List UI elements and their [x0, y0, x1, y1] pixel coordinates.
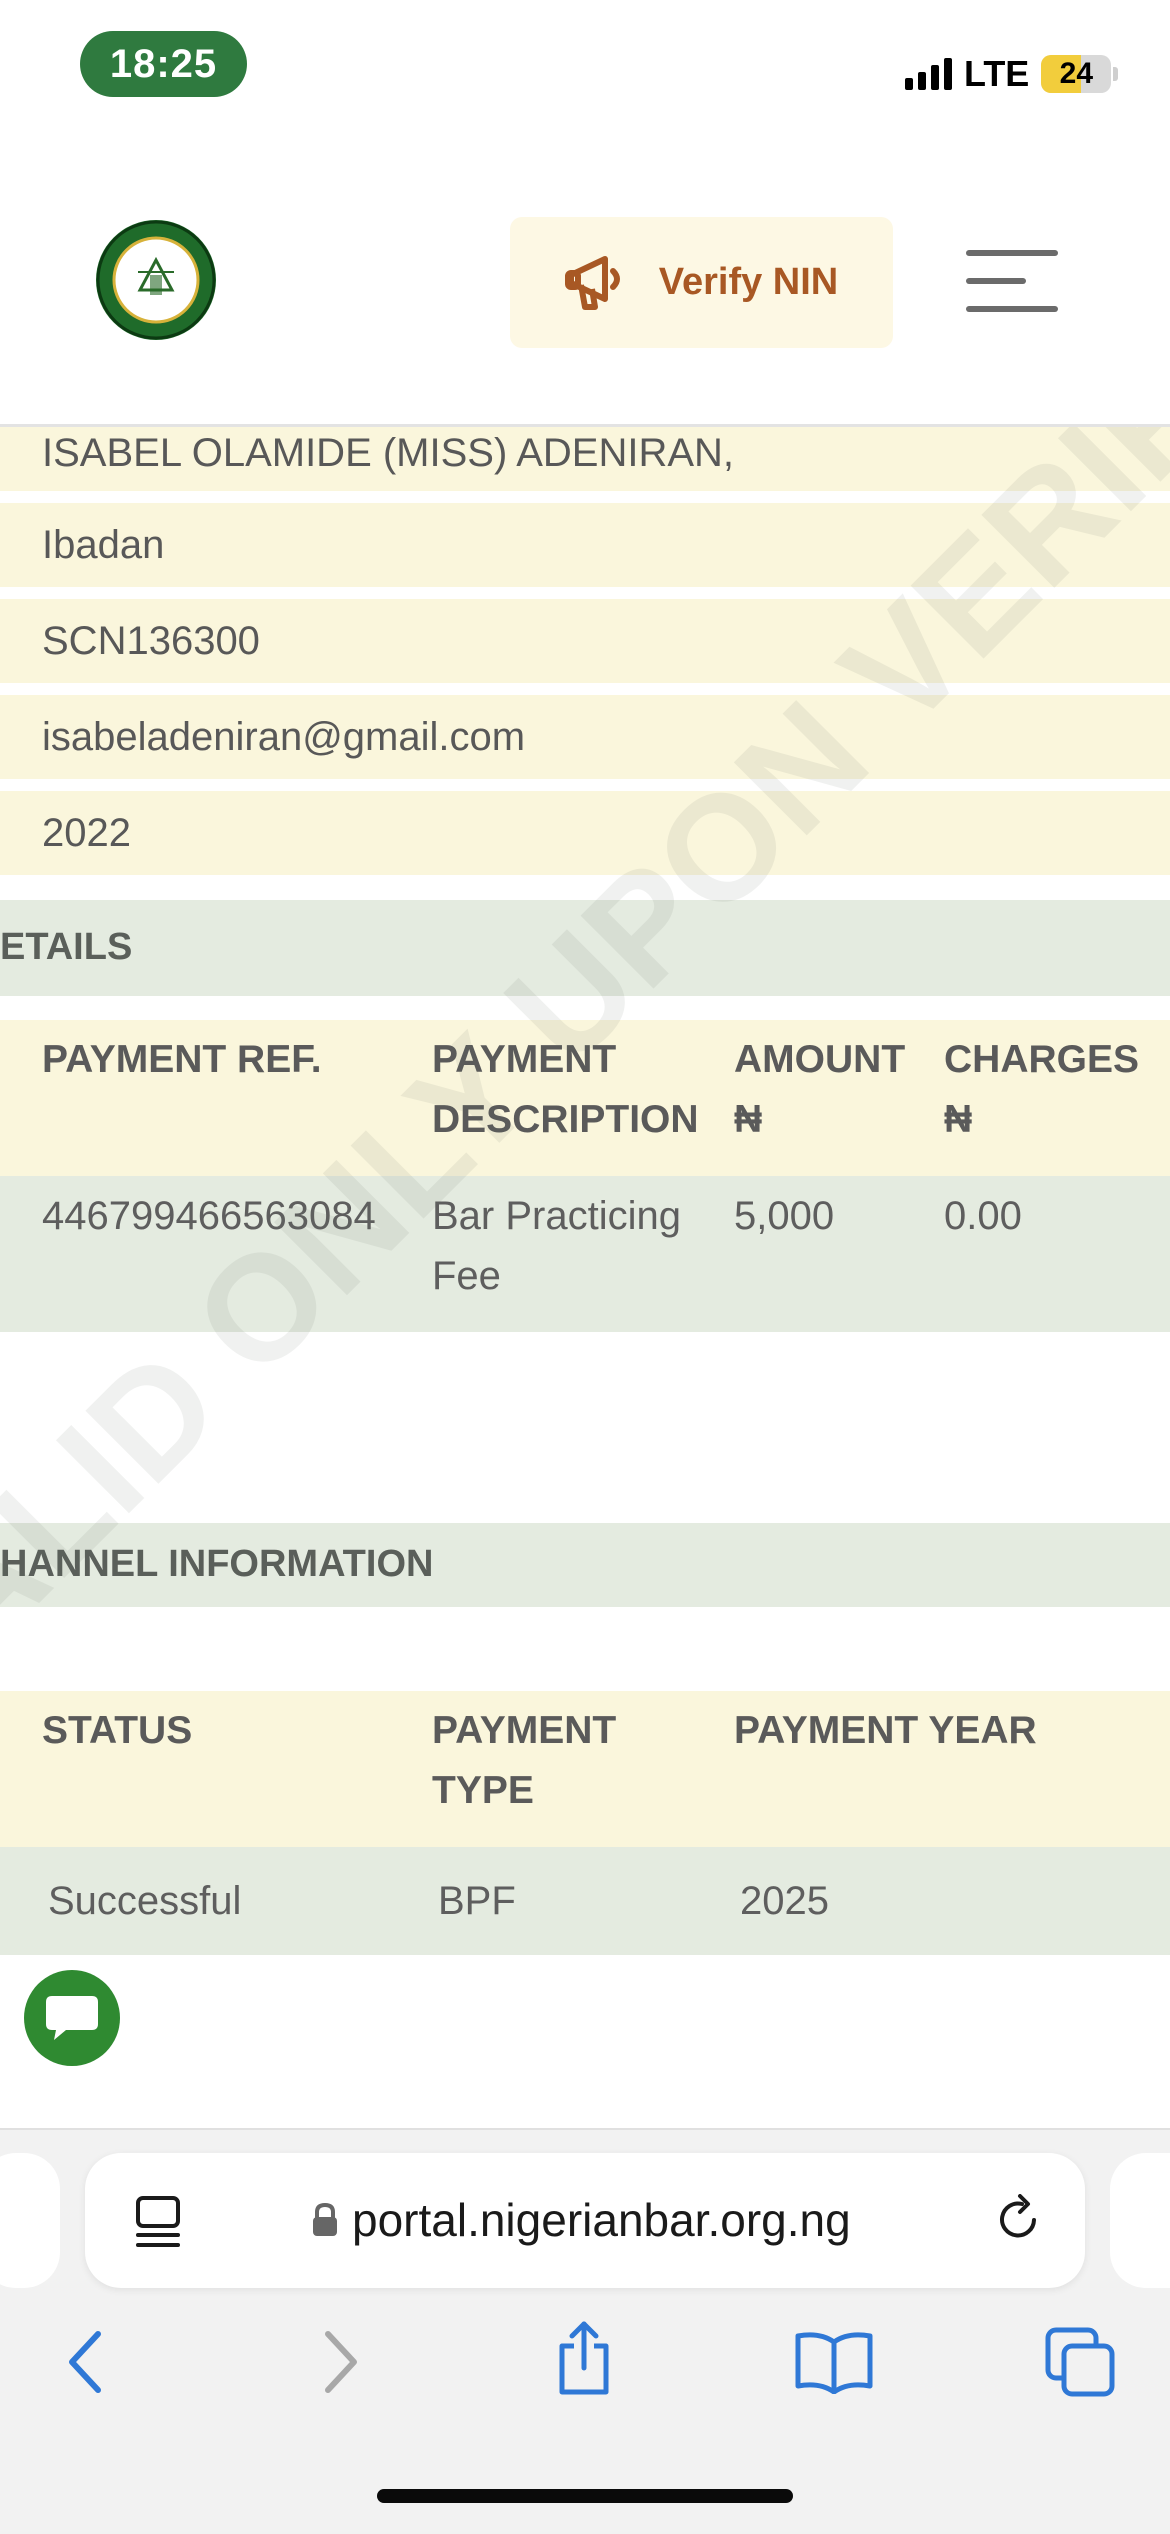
member-name: ISABEL OLAMIDE (MISS) ADENIRAN, — [42, 431, 735, 475]
channel-info-header: HANNEL INFORMATION — [0, 1523, 1170, 1607]
info-row-name: ISABEL OLAMIDE (MISS) ADENIRAN, — [0, 427, 1170, 491]
back-icon[interactable] — [64, 2330, 108, 2394]
previous-tab-preview[interactable] — [0, 2153, 60, 2288]
table-row: 446799466563084 Bar Practicing Fee 5,000… — [0, 1176, 1170, 1332]
col-amount: AMOUNT ₦ — [734, 1038, 906, 1141]
col-charges: CHARGES ₦ — [944, 1038, 1140, 1141]
payment-table-head: PAYMENT REF. PAYMENT DESCRIPTION AMOUNT … — [0, 1020, 1170, 1176]
verify-nin-button[interactable]: Verify NIN — [510, 217, 893, 348]
battery-icon: 24 — [1041, 55, 1112, 93]
member-scn: SCN136300 — [42, 619, 260, 663]
member-branch: Ibadan — [42, 523, 165, 567]
payment-description-value: Bar Practicing Fee — [432, 1194, 681, 1298]
table-row: Successful BPF 2025 — [0, 1847, 1170, 1955]
status-time: 18:25 — [80, 31, 247, 97]
payment-details-title: ETAILS — [0, 926, 133, 968]
page-format-icon[interactable] — [134, 2195, 184, 2249]
channel-table-head: STATUS PAYMENT TYPE PAYMENT YEAR — [0, 1691, 1170, 1847]
info-row-scn: SCN136300 — [0, 599, 1170, 683]
battery-level: 24 — [1059, 57, 1094, 90]
reload-icon[interactable] — [994, 2194, 1044, 2248]
col-status: STATUS — [42, 1709, 193, 1752]
channel-info-title: HANNEL INFORMATION — [0, 1543, 434, 1585]
share-icon[interactable] — [552, 2318, 616, 2398]
payment-receipt-content: ISABEL OLAMIDE (MISS) ADENIRAN, Ibadan S… — [0, 427, 1170, 2127]
info-row-email: isabeladeniran@gmail.com — [0, 695, 1170, 779]
info-row-year: 2022 — [0, 791, 1170, 875]
nba-logo[interactable] — [96, 220, 216, 340]
url-text: portal.nigerianbar.org.ng — [352, 2194, 851, 2246]
member-year: 2022 — [42, 811, 131, 855]
payment-ref-value: 446799466563084 — [42, 1194, 376, 1238]
lock-icon — [313, 2202, 337, 2236]
tabs-icon[interactable] — [1044, 2326, 1116, 2398]
col-payment-year: PAYMENT YEAR — [734, 1709, 1037, 1752]
col-payment-description: PAYMENT DESCRIPTION — [432, 1038, 699, 1141]
network-label: LTE — [964, 53, 1030, 94]
payment-year-value: 2025 — [740, 1879, 829, 1923]
megaphone-icon — [564, 255, 620, 310]
info-row-branch: Ibadan — [0, 503, 1170, 587]
bookmarks-icon[interactable] — [792, 2330, 876, 2394]
chat-bubble-icon — [46, 1996, 98, 2040]
status-indicators: LTE 24 — [905, 52, 1119, 96]
col-payment-ref: PAYMENT REF. — [42, 1038, 322, 1081]
next-tab-preview[interactable] — [1110, 2153, 1170, 2288]
forward-icon[interactable] — [318, 2330, 362, 2394]
verify-nin-label: Verify NIN — [658, 261, 839, 303]
member-email: isabeladeniran@gmail.com — [42, 715, 526, 759]
charges-value: 0.00 — [944, 1194, 1022, 1238]
payment-details-header: ETAILS — [0, 900, 1170, 996]
home-indicator — [377, 2489, 793, 2503]
payment-type-value: BPF — [438, 1879, 516, 1923]
amount-value: 5,000 — [734, 1194, 835, 1238]
signal-icon — [905, 58, 952, 90]
chat-button[interactable] — [24, 1970, 120, 2066]
col-payment-type: PAYMENT TYPE — [432, 1709, 617, 1812]
status-value: Successful — [48, 1879, 242, 1923]
hamburger-menu-icon[interactable] — [966, 250, 1058, 314]
